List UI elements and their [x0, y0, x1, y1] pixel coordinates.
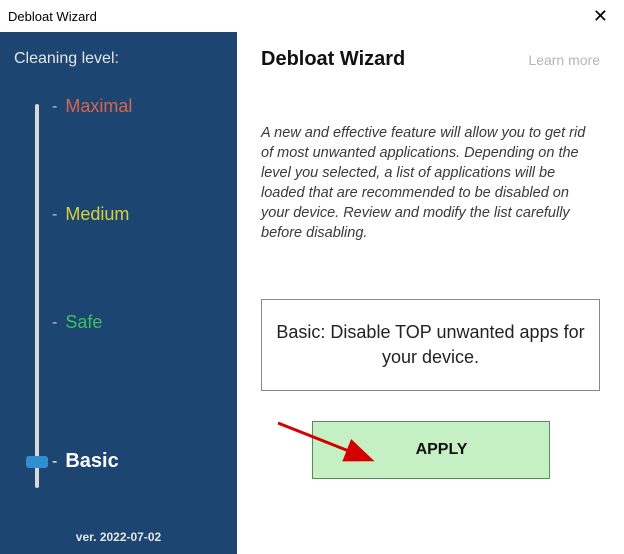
- sidebar: Cleaning level: - Maximal - Medium - Saf…: [0, 32, 237, 554]
- level-label-safe: Safe: [65, 312, 102, 333]
- level-summary-box: Basic: Disable TOP unwanted apps for you…: [261, 299, 600, 391]
- window-title: Debloat Wizard: [8, 9, 97, 24]
- apply-button-label: APPLY: [394, 441, 468, 459]
- version-label: ver. 2022-07-02: [0, 530, 237, 546]
- main-header: Debloat Wizard Learn more: [261, 48, 600, 71]
- apply-row: APPLY: [261, 421, 600, 479]
- learn-more-link[interactable]: Learn more: [528, 52, 600, 68]
- level-tick: -: [52, 453, 57, 471]
- apply-button[interactable]: APPLY: [312, 421, 550, 479]
- main-panel: Debloat Wizard Learn more A new and effe…: [237, 32, 624, 554]
- close-icon[interactable]: ✕: [587, 6, 614, 27]
- titlebar: Debloat Wizard ✕: [0, 0, 624, 32]
- levels-slider: - Maximal - Medium - Safe - Basic: [30, 96, 237, 530]
- level-label-basic: Basic: [65, 450, 118, 473]
- sidebar-title: Cleaning level:: [0, 50, 237, 68]
- level-tick: -: [52, 98, 57, 116]
- slider-track[interactable]: [35, 104, 39, 488]
- description-text: A new and effective feature will allow y…: [261, 123, 600, 243]
- content: Cleaning level: - Maximal - Medium - Saf…: [0, 32, 624, 554]
- level-tick: -: [52, 206, 57, 224]
- level-medium[interactable]: - Medium: [30, 204, 129, 225]
- level-label-medium: Medium: [65, 204, 129, 225]
- level-tick: -: [52, 314, 57, 332]
- level-label-maximal: Maximal: [65, 96, 132, 117]
- level-basic[interactable]: - Basic: [30, 450, 119, 473]
- level-maximal[interactable]: - Maximal: [30, 96, 132, 117]
- page-title: Debloat Wizard: [261, 48, 405, 71]
- level-safe[interactable]: - Safe: [30, 312, 102, 333]
